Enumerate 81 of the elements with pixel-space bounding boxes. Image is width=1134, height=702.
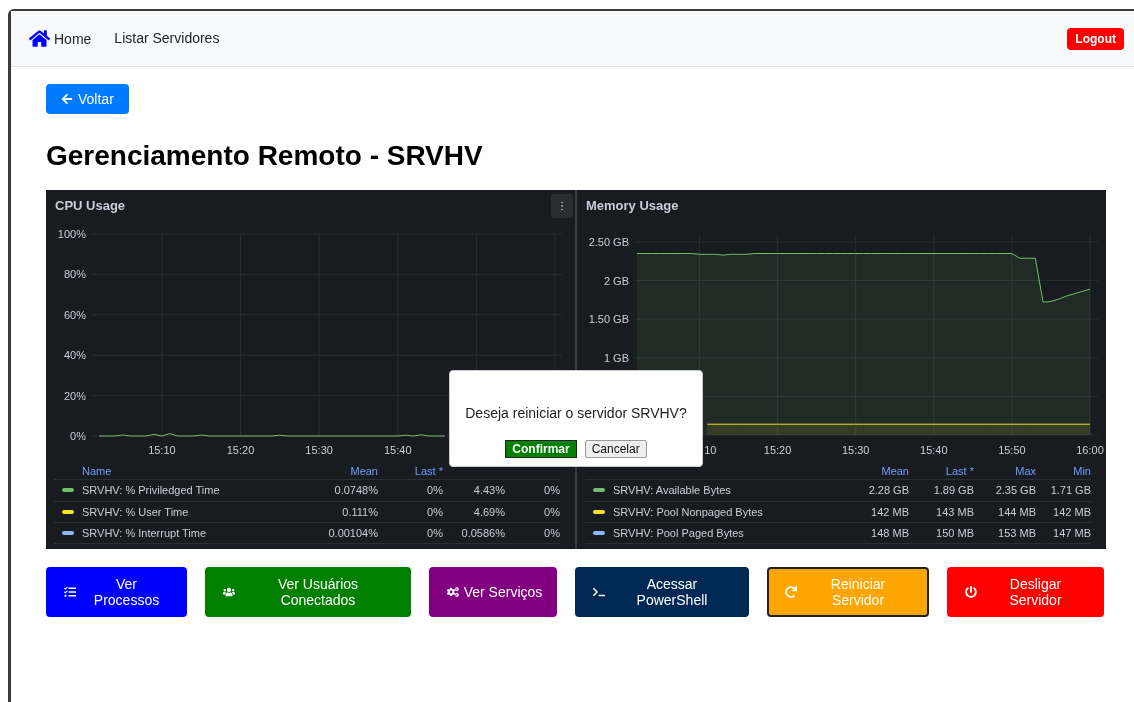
home-link[interactable]: Home	[29, 29, 92, 50]
column-header[interactable]: Last *	[414, 465, 443, 477]
axis-tick-label: 40%	[63, 349, 86, 362]
table-cell: 144 MB	[998, 505, 1036, 518]
page-title: Gerenciamento Remoto - SRVHV	[46, 139, 484, 173]
series-name[interactable]: SRVHV: Available Bytes	[613, 482, 731, 499]
axis-tick-label: 15:40	[384, 444, 412, 456]
series-name[interactable]: SRVHV: Pool Nonpaged Bytes	[613, 503, 763, 520]
table-cell: 142 MB	[1053, 505, 1091, 518]
table-cell: 0%	[427, 526, 443, 539]
nav-link[interactable]: Listar Servidores	[114, 28, 220, 49]
action-button[interactable]: Ver Processos	[46, 567, 187, 617]
column-header[interactable]: Max	[1015, 465, 1036, 477]
action-button[interactable]: Desligar Servidor	[947, 567, 1104, 617]
axis-tick-label: 15:30	[305, 444, 333, 456]
table-cell: 0.00104%	[328, 526, 378, 539]
panel-title: CPU Usage	[55, 197, 126, 216]
axis-tick-label: 15:20	[763, 444, 792, 456]
table-cell: 0%	[544, 526, 560, 539]
table-cell: 2.28 GB	[868, 484, 909, 496]
axis-tick-label: 15:50	[998, 444, 1026, 456]
table-cell: 148 MB	[871, 526, 909, 539]
axis-tick-label: 10	[704, 444, 717, 456]
table-cell: 147 MB	[1053, 526, 1091, 539]
dialog-message: Deseja reiniciar o servidor SRVHV?	[465, 404, 687, 423]
table-cell: 142 MB	[871, 505, 909, 518]
logout-button[interactable]: Logout	[1067, 27, 1124, 50]
home-icon	[29, 28, 50, 48]
cancel-button[interactable]: Cancelar	[584, 440, 647, 458]
back-button[interactable]: Voltar	[46, 84, 129, 114]
axis-tick-label: 1.50 GB	[588, 313, 629, 326]
column-header[interactable]: Min	[1073, 465, 1091, 477]
axis-tick-label: 2.50 GB	[588, 235, 629, 248]
axis-tick-label: 16:00	[1076, 444, 1104, 456]
table-cell: 0.111%	[342, 505, 378, 518]
table-cell: 2.35 GB	[995, 484, 1036, 496]
table-cell: 0%	[427, 505, 443, 518]
table-cell: 4.43%	[473, 484, 505, 496]
axis-tick-label: 15:10	[148, 444, 176, 456]
table-cell: 0%	[427, 484, 443, 496]
table-cell: 0.0586%	[461, 526, 505, 539]
series-name[interactable]: SRVHV: % Interrupt Time	[82, 524, 207, 541]
axis-tick-label: 2 GB	[603, 274, 629, 287]
axis-tick-label: 80%	[63, 268, 86, 281]
table-cell: 143 MB	[936, 505, 974, 518]
series-name[interactable]: SRVHV: % Priviledged Time	[82, 482, 220, 499]
axis-tick-label: 15:20	[226, 444, 255, 456]
column-header[interactable]: Mean	[350, 465, 378, 477]
table-cell: 153 MB	[998, 526, 1036, 539]
power-icon	[965, 586, 977, 598]
panel-title: Memory Usage	[586, 197, 679, 216]
table-cell: 4.69%	[473, 505, 505, 518]
action-button[interactable]: Ver Usuários Conectados	[205, 567, 411, 617]
table-cell: 150 MB	[936, 526, 974, 539]
axis-tick-label: 15:30	[841, 444, 870, 456]
axis-tick-label: 1 GB	[603, 351, 629, 364]
series-name[interactable]: SRVHV: % User Time	[82, 503, 189, 520]
arrow-left-icon	[61, 93, 73, 105]
table-cell: 1.71 GB	[1050, 484, 1091, 496]
menu-icon[interactable]	[551, 194, 573, 218]
axis-tick-label: 60%	[63, 308, 86, 321]
action-button[interactable]: Acessar PowerShell	[575, 567, 749, 617]
axis-tick-label: 15:40	[920, 444, 948, 456]
confirm-button[interactable]: Confirmar	[505, 440, 577, 458]
column-header[interactable]: Name	[82, 465, 112, 477]
axis-tick-label: 100%	[57, 228, 86, 240]
users-icon	[223, 586, 235, 598]
reload-icon	[785, 586, 797, 598]
action-button[interactable]: Ver Serviços	[429, 567, 557, 617]
column-header[interactable]: Last *	[945, 465, 974, 477]
gears-icon	[447, 586, 459, 598]
table-cell: 0.0748%	[334, 484, 378, 496]
table-cell: 0%	[544, 484, 560, 496]
axis-tick-label: 0%	[70, 430, 86, 442]
checklist-icon	[64, 586, 76, 598]
terminal-icon	[593, 586, 605, 598]
table-cell: 1.89 GB	[933, 484, 974, 496]
table-cell: 0%	[544, 505, 560, 518]
series-name[interactable]: SRVHV: Pool Paged Bytes	[613, 524, 744, 541]
column-header[interactable]: Mean	[881, 465, 909, 477]
axis-tick-label: 20%	[63, 389, 86, 402]
